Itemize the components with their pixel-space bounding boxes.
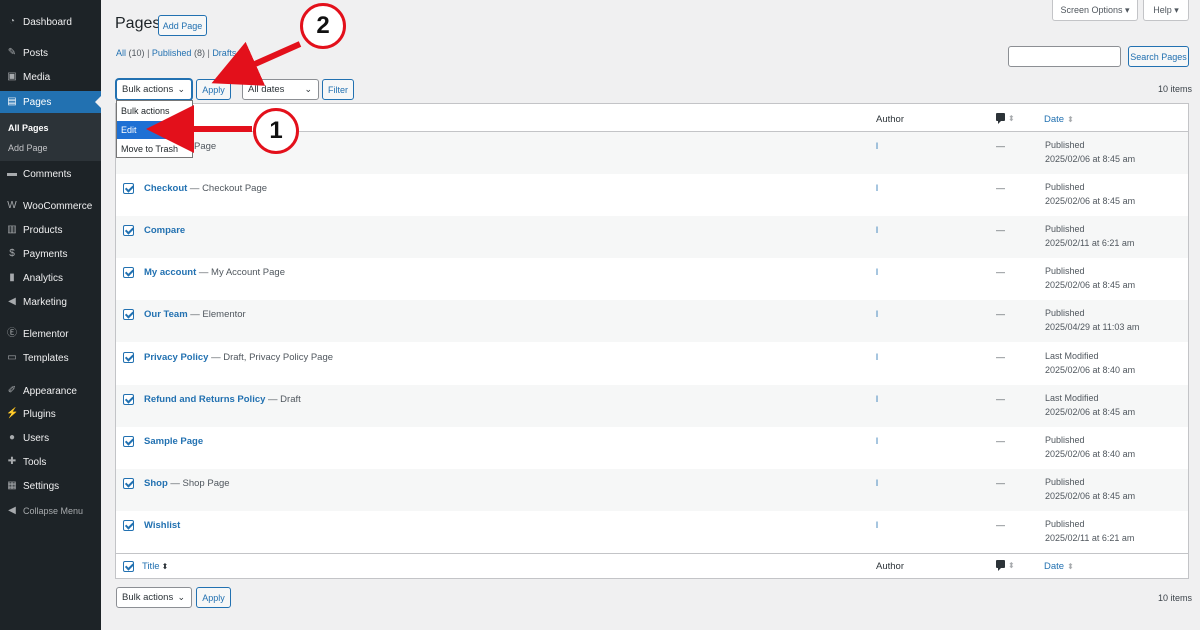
annotation-arrows [146, 41, 302, 153]
callout-1: 1 [253, 108, 299, 154]
callout-2: 2 [300, 3, 346, 49]
arrow-2 [211, 41, 302, 86]
